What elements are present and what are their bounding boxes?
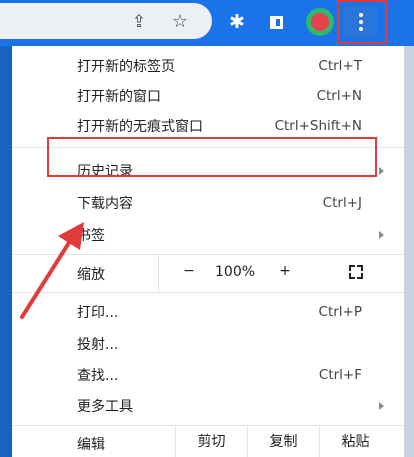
- menu-item-shortcut: Ctrl+N: [316, 88, 362, 104]
- page-background-right: [404, 46, 414, 457]
- menu-item-find[interactable]: 查找... Ctrl+F: [12, 360, 404, 390]
- zoom-label: 缩放: [77, 267, 105, 283]
- menu-item-cast[interactable]: 投射...: [12, 329, 404, 359]
- menu-item-label: 打开新的无痕式窗口: [77, 119, 203, 135]
- menu-item-label: 打开新的标签页: [77, 59, 175, 75]
- menu-item-shortcut: Ctrl+T: [318, 58, 362, 74]
- menu-item-shortcut: Ctrl+F: [318, 367, 362, 383]
- chrome-main-menu: 打开新的标签页 Ctrl+T 打开新的窗口 Ctrl+N 打开新的无痕式窗口 C…: [12, 46, 404, 457]
- fullscreen-icon[interactable]: [349, 265, 363, 279]
- menu-item-new-window[interactable]: 打开新的窗口 Ctrl+N: [12, 81, 404, 111]
- menu-item-shortcut: Ctrl+J: [322, 195, 362, 211]
- menu-item-more-tools[interactable]: 更多工具: [12, 391, 404, 421]
- annotation-highlight-downloads: [47, 137, 377, 177]
- menu-item-label: 书签: [77, 228, 105, 244]
- menu-item-shortcut: Ctrl+P: [318, 304, 362, 320]
- browser-toolbar: ⇪ ☆ ✱: [0, 0, 414, 46]
- menu-item-print[interactable]: 打印... Ctrl+P: [12, 297, 404, 327]
- menu-item-new-tab[interactable]: 打开新的标签页 Ctrl+T: [12, 51, 404, 81]
- annotation-highlight-menu-button: [337, 0, 387, 44]
- page-background-left: [0, 46, 12, 457]
- tab-icon[interactable]: [264, 10, 288, 34]
- submenu-arrow-icon: [379, 402, 384, 410]
- menu-separator: [12, 292, 404, 293]
- profile-icon[interactable]: [306, 8, 334, 36]
- menu-item-label: 下载内容: [77, 196, 133, 212]
- menu-item-downloads[interactable]: 下载内容 Ctrl+J: [12, 188, 404, 218]
- menu-item-edit: 编辑 剪切 复制 粘贴: [12, 425, 404, 457]
- menu-item-label: 投射...: [77, 337, 119, 353]
- menu-item-bookmarks[interactable]: 书签: [12, 220, 404, 250]
- menu-item-label: 打开新的窗口: [77, 89, 161, 105]
- menu-item-shortcut: Ctrl+Shift+N: [274, 118, 362, 134]
- submenu-arrow-icon: [379, 231, 384, 239]
- edit-label: 编辑: [77, 437, 105, 453]
- menu-item-label: 查找...: [77, 368, 119, 384]
- share-icon[interactable]: ⇪: [126, 10, 152, 34]
- menu-item-label: 打印...: [77, 305, 119, 321]
- zoom-out-button[interactable]: −: [181, 263, 197, 279]
- puzzle-icon[interactable]: ✱: [225, 10, 249, 34]
- paste-button[interactable]: 粘贴: [319, 425, 391, 457]
- zoom-level: 100%: [215, 264, 256, 280]
- submenu-arrow-icon: [379, 167, 384, 175]
- zoom-controls: − 100% +: [158, 254, 404, 292]
- cut-button[interactable]: 剪切: [175, 425, 247, 457]
- zoom-in-button[interactable]: +: [277, 263, 293, 279]
- star-icon[interactable]: ☆: [167, 10, 193, 34]
- copy-button[interactable]: 复制: [247, 425, 319, 457]
- address-bar[interactable]: ⇪ ☆: [0, 3, 212, 39]
- menu-item-label: 更多工具: [77, 399, 133, 415]
- menu-item-zoom: 缩放 − 100% +: [12, 254, 404, 292]
